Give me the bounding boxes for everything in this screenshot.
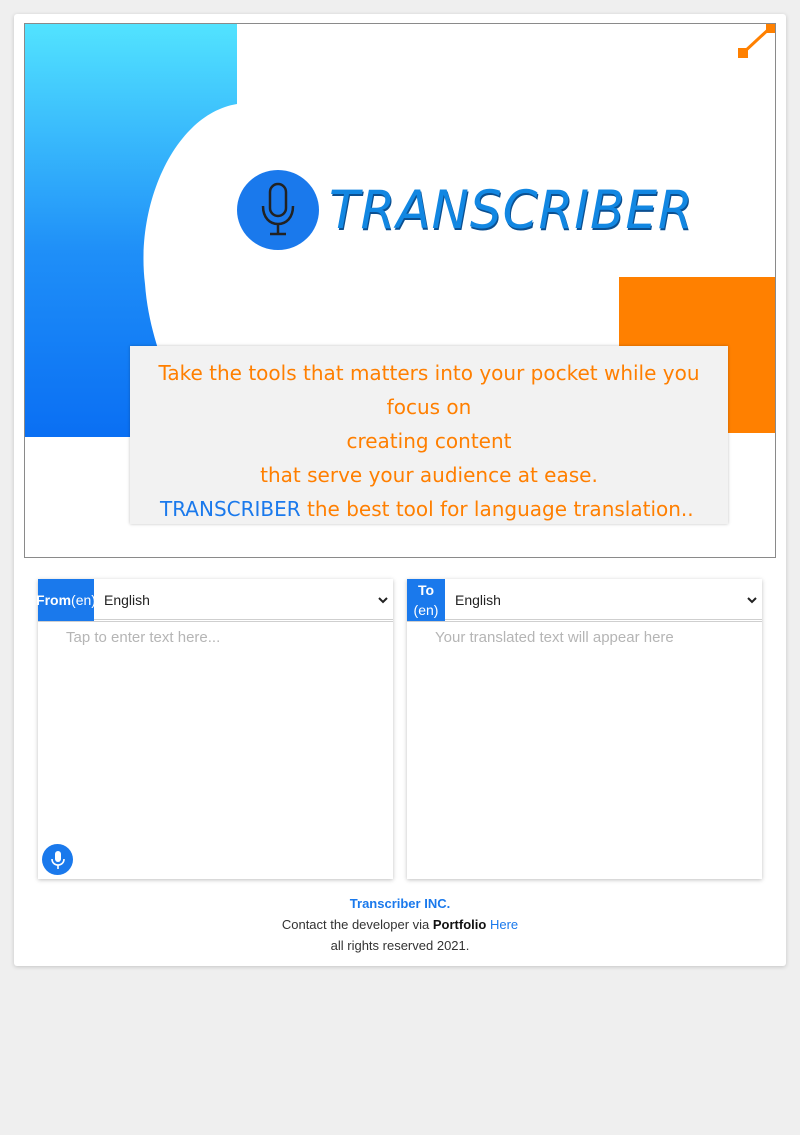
target-language-label: To (en) (407, 579, 445, 621)
logo-microphone-icon (237, 170, 319, 250)
microphone-button[interactable] (42, 844, 73, 875)
source-language-label: From (en) (36, 579, 96, 621)
tagline-line-3: that serve your audience at ease. (260, 463, 598, 487)
target-language-select[interactable]: English (445, 580, 762, 620)
from-code: (en) (71, 592, 96, 608)
tagline-line-4: TRANSCRIBER the best tool for language t… (130, 492, 728, 526)
logo-text: TRANSCRIBER (329, 179, 694, 241)
target-panel-header: To (en) English (407, 579, 762, 622)
portfolio-label: Portfolio (432, 917, 487, 932)
to-label: To (417, 582, 435, 598)
tagline-brand: TRANSCRIBER (160, 497, 301, 521)
tagline-box: Take the tools that matters into your po… (130, 346, 728, 524)
tagline-line-4-rest: the best tool for language translation.. (300, 497, 694, 521)
tagline-line-1: Take the tools that matters into your po… (158, 361, 700, 419)
to-code: (en) (413, 602, 439, 618)
portfolio-link[interactable]: Here (490, 917, 518, 932)
contact-line: Contact the developer via Portfolio Here (0, 914, 800, 935)
source-panel-header: From (en) English (36, 579, 393, 622)
source-text-input[interactable]: Tap to enter text here... (66, 629, 220, 646)
source-language-select[interactable]: English (94, 580, 393, 620)
tagline-line-2: creating content (346, 429, 512, 453)
company-name: Transcriber INC. (349, 896, 451, 911)
copyright: all rights reserved 2021. (330, 938, 470, 953)
target-language-value: English (455, 592, 501, 608)
chevron-down-icon (747, 597, 757, 604)
contact-prefix: Contact the developer via (281, 917, 433, 932)
translated-text-output[interactable]: Your translated text will appear here (435, 629, 674, 646)
microphone-icon (50, 850, 65, 869)
source-language-value: English (104, 592, 150, 608)
footer: Transcriber INC. Contact the developer v… (0, 893, 800, 956)
hero-banner: TRANSCRIBER Take the tools that matters … (24, 23, 776, 558)
expand-arrow-icon[interactable] (737, 24, 775, 60)
source-panel: From (en) English Tap to enter text here.… (36, 579, 393, 879)
chevron-down-icon (378, 597, 388, 604)
target-panel: To (en) English Your translated text will… (407, 579, 762, 879)
app-logo: TRANSCRIBER (237, 170, 694, 250)
from-label: From (36, 592, 72, 608)
